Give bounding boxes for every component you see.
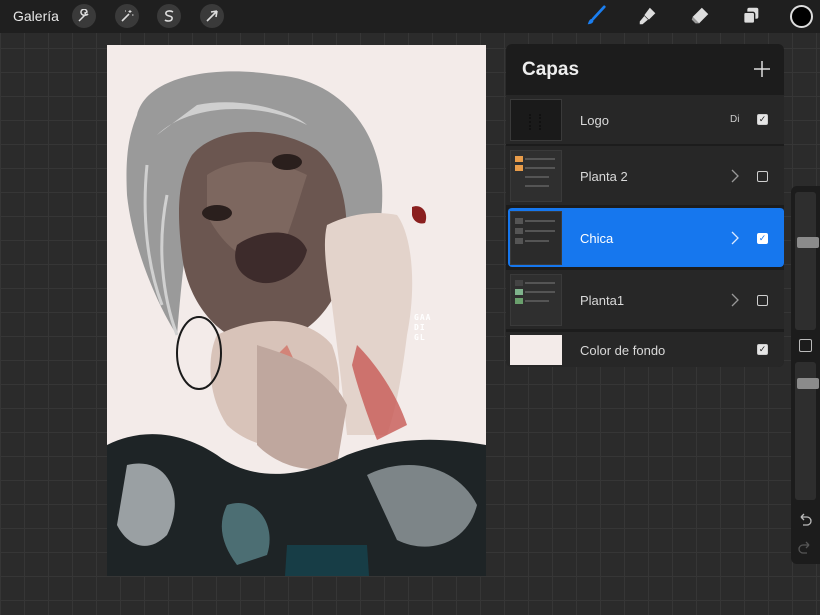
layer-row-planta1[interactable]: Planta1 [506, 269, 784, 329]
layer-name: Planta 2 [580, 169, 628, 184]
layer-row-color-de-fondo[interactable]: Color de fondo ✓ [506, 331, 784, 367]
layer-thumbnail [510, 274, 562, 326]
chevron-right-icon[interactable] [730, 231, 740, 245]
undo-icon[interactable] [797, 512, 813, 528]
layer-name: Planta1 [580, 293, 625, 308]
layer-thumbnail [510, 99, 562, 141]
layer-visibility-checkbox[interactable] [757, 171, 768, 182]
layer-visibility-checkbox[interactable]: ✓ [757, 344, 768, 355]
chevron-right-icon[interactable] [730, 169, 740, 183]
layer-visibility-checkbox[interactable] [757, 295, 768, 306]
portrait-artwork [107, 71, 486, 576]
signature-logo: GAA DI GL [414, 313, 432, 342]
layer-name: Chica [580, 231, 614, 246]
layer-row-logo[interactable]: Logo Di ✓ [506, 94, 784, 144]
layers-icon[interactable] [739, 4, 763, 28]
add-layer-button[interactable] [750, 57, 774, 81]
gallery-button[interactable]: Galería [13, 8, 59, 24]
color-picker-swatch[interactable] [790, 5, 813, 28]
blend-mode-label[interactable]: Di [730, 114, 739, 125]
layer-thumbnail [510, 211, 562, 265]
wrench-icon[interactable] [72, 4, 96, 28]
side-sliders [791, 186, 820, 564]
selection-s-icon[interactable] [157, 4, 181, 28]
layers-panel-title: Capas [522, 59, 580, 80]
modify-button[interactable] [799, 339, 812, 352]
layer-row-planta-2[interactable]: Planta 2 [506, 145, 784, 205]
brush-size-thumb[interactable] [797, 237, 819, 248]
magic-wand-icon[interactable] [115, 4, 139, 28]
background-color-swatch[interactable] [510, 335, 562, 365]
smudge-icon[interactable] [636, 4, 660, 28]
layer-row-chica[interactable]: Chica ✓ [508, 207, 784, 267]
layer-thumbnail [510, 150, 562, 202]
brush-icon[interactable] [584, 4, 608, 28]
opacity-thumb[interactable] [797, 378, 819, 389]
brush-size-slider[interactable] [795, 192, 819, 330]
layer-name: Logo [580, 113, 609, 128]
transform-arrow-icon[interactable] [200, 4, 224, 28]
artwork-canvas[interactable]: GAA DI GL [107, 45, 486, 576]
chevron-right-icon[interactable] [730, 293, 740, 307]
layer-visibility-checkbox[interactable]: ✓ [757, 114, 768, 125]
opacity-slider[interactable] [795, 362, 819, 500]
eraser-icon[interactable] [688, 4, 712, 28]
redo-icon[interactable] [797, 540, 813, 556]
layer-visibility-checkbox[interactable]: ✓ [757, 233, 768, 244]
layer-name: Color de fondo [580, 343, 666, 358]
layers-panel: Capas Logo Di ✓ Planta 2 Chica ✓ Planta1… [506, 44, 784, 367]
top-toolbar: Galería [0, 0, 820, 33]
